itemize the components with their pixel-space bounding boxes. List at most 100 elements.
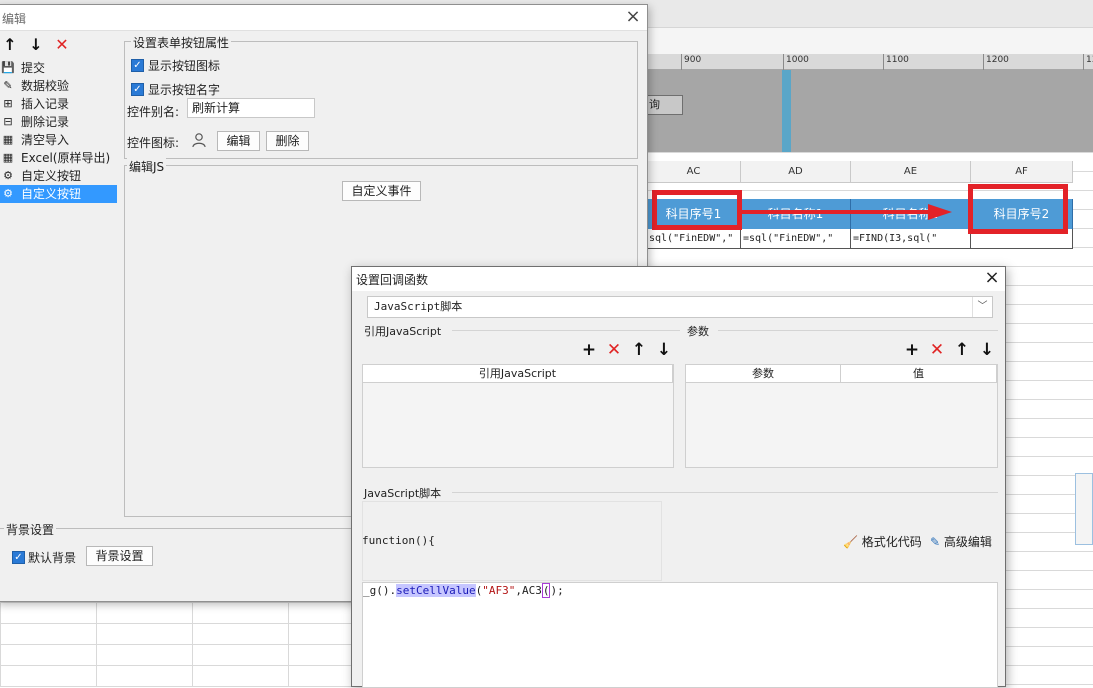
edit-dialog-titlebar: 编辑 × xyxy=(0,5,647,31)
close-icon[interactable]: × xyxy=(623,8,643,28)
ruler-tick: 1200 xyxy=(983,54,1009,70)
guide-line[interactable] xyxy=(782,70,791,152)
divider xyxy=(452,330,680,331)
arrow-down-icon[interactable]: ↓ xyxy=(655,341,673,359)
tree-item[interactable]: ⊞ 插入记录 xyxy=(0,95,117,113)
show-name-checkbox[interactable]: ✓ xyxy=(131,83,144,96)
group-title: 编辑JS xyxy=(127,158,167,175)
code-string-arg: "AF3" xyxy=(482,584,516,597)
tree-item-label: 删除记录 xyxy=(21,115,70,129)
callback-dialog: 设置回调函数 × JavaScript脚本 ﹀ 引用JavaScript + ✕… xyxy=(351,266,1006,688)
arrow-up-icon[interactable]: ↑ xyxy=(630,341,648,359)
alias-label: 控件别名: xyxy=(127,105,180,119)
script-type-value: JavaScript脚本 xyxy=(374,300,463,313)
gear-icon: ⚙ xyxy=(3,187,13,200)
tree-item[interactable]: ⊟ 删除记录 xyxy=(0,113,117,131)
tree-item[interactable]: ▦ 清空导入 xyxy=(0,131,117,149)
ruler-tick: 13 xyxy=(1083,54,1093,70)
divider xyxy=(718,330,998,331)
add-icon[interactable]: + xyxy=(903,341,921,359)
ref-js-table[interactable]: 引用JavaScript xyxy=(362,364,674,468)
icon-label: 控件图标: xyxy=(127,136,180,150)
delete-icon-button[interactable]: 删除 xyxy=(266,131,309,151)
code-close: ); xyxy=(550,584,564,597)
delete-icon[interactable]: ✕ xyxy=(53,35,71,55)
ref-js-column-header: 引用JavaScript xyxy=(363,365,673,383)
tree-item-label: 插入记录 xyxy=(21,97,70,111)
insert-record-icon: ⊞ xyxy=(3,97,13,110)
user-icon xyxy=(192,133,206,148)
script-title: JavaScript脚本 xyxy=(364,487,442,500)
column-header-ae[interactable]: AE xyxy=(851,161,971,182)
default-background-label: 默认背景 xyxy=(28,551,77,565)
delete-icon[interactable]: ✕ xyxy=(605,341,623,359)
ref-js-title: 引用JavaScript xyxy=(364,325,442,338)
code-line[interactable]: _g().setCellValue("AF3",AC3(); xyxy=(363,583,564,599)
group-title: 设置表单按钮属性 xyxy=(131,34,232,51)
highlight-arrow xyxy=(740,204,952,220)
code-method: setCellValue xyxy=(396,584,476,597)
excel-icon: ▦ xyxy=(2,151,14,164)
cell-ae3[interactable]: =FIND(I3,sql(" xyxy=(851,229,971,248)
highlight-box-af2 xyxy=(968,184,1068,234)
tree-item[interactable]: 💾 提交 xyxy=(0,59,117,77)
tree-item-label: 数据校验 xyxy=(21,79,70,93)
edit-icon-button[interactable]: 编辑 xyxy=(217,131,260,151)
arrow-down-icon[interactable]: ↓ xyxy=(27,35,45,55)
show-name-label: 显示按钮名字 xyxy=(148,83,221,97)
tree-toolbar: ↑ ↓ ✕ xyxy=(1,35,71,57)
value-column-header: 值 xyxy=(841,365,997,383)
column-header-ac[interactable]: AC xyxy=(647,161,741,182)
custom-event-button[interactable]: 自定义事件 xyxy=(342,181,421,201)
tree-item[interactable]: ✎ 数据校验 xyxy=(0,77,117,95)
column-header-ad[interactable]: AD xyxy=(741,161,851,182)
add-icon[interactable]: + xyxy=(580,341,598,359)
gear-icon: ⚙ xyxy=(3,169,13,182)
params-toolbar: + ✕ ↑ ↓ xyxy=(903,341,996,359)
button-properties-group: 设置表单按钮属性 ✓ 显示按钮图标 ✓ 显示按钮名字 控件别名: 刷新计算 控件… xyxy=(124,34,638,159)
divider xyxy=(452,492,998,493)
group-title: 背景设置 xyxy=(4,521,57,538)
advanced-edit-button[interactable]: ✎ 高级编辑 xyxy=(930,533,992,550)
horizontal-ruler: 900 1000 1100 1200 13 xyxy=(647,54,1093,70)
default-background-checkbox[interactable]: ✓ xyxy=(12,551,25,564)
delete-record-icon: ⊟ xyxy=(3,115,13,128)
params-table[interactable]: 参数 值 xyxy=(685,364,998,468)
tree-item-label: Excel(原样导出) xyxy=(21,151,111,165)
background-settings-button[interactable]: 背景设置 xyxy=(86,546,153,566)
ruler-tick: 1100 xyxy=(883,54,909,70)
close-icon[interactable]: × xyxy=(982,269,1002,289)
cell-ad3[interactable]: =sql("FinEDW"," xyxy=(741,229,851,248)
broom-icon: 🧹 xyxy=(843,535,858,549)
script-type-select[interactable]: JavaScript脚本 ﹀ xyxy=(367,296,993,318)
ref-js-toolbar: + ✕ ↑ ↓ xyxy=(580,341,673,359)
chevron-down-icon[interactable]: ﹀ xyxy=(972,297,992,317)
tree-item[interactable]: ⚙ 自定义按钮 xyxy=(0,167,117,185)
sheet-grid-lower xyxy=(0,602,352,687)
edit-dialog-title: 编辑 xyxy=(2,12,27,26)
param-column-header: 参数 xyxy=(686,365,841,383)
advanced-edit-label: 高级编辑 xyxy=(943,535,992,549)
code-editor[interactable]: _g().setCellValue("AF3",AC3(); xyxy=(362,582,998,688)
code-rest: ,AC3 xyxy=(515,584,542,597)
column-header: AC AD AE AF xyxy=(647,161,1073,183)
callback-dialog-title: 设置回调函数 xyxy=(356,273,429,287)
tree-item[interactable]: ⚙ 自定义按钮 xyxy=(0,185,117,203)
ruler-tick: 1000 xyxy=(783,54,809,70)
delete-icon[interactable]: ✕ xyxy=(928,341,946,359)
function-header: function(){ xyxy=(362,534,435,547)
side-panel-widget[interactable] xyxy=(1075,473,1093,545)
arrow-up-icon[interactable]: ↑ xyxy=(1,35,19,55)
edit-icon: ✎ xyxy=(930,535,941,549)
params-title: 参数 xyxy=(687,325,709,338)
format-code-button[interactable]: 🧹 格式化代码 xyxy=(843,533,922,550)
arrow-down-icon[interactable]: ↓ xyxy=(978,341,996,359)
tree-item[interactable]: ▦ Excel(原样导出) xyxy=(0,149,117,167)
cell-ac3[interactable]: sql("FinEDW"," xyxy=(647,229,741,248)
tree-item-label: 提交 xyxy=(21,61,46,75)
arrow-up-icon[interactable]: ↑ xyxy=(953,341,971,359)
highlight-box-ac2 xyxy=(652,190,742,230)
alias-input[interactable]: 刷新计算 xyxy=(187,98,315,118)
show-icon-checkbox[interactable]: ✓ xyxy=(131,59,144,72)
column-header-af[interactable]: AF xyxy=(971,161,1073,182)
